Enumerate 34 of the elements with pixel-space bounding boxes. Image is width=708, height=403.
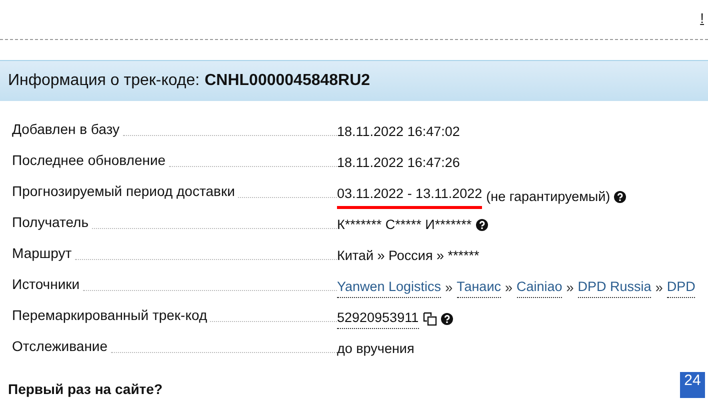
- separator: »: [445, 278, 453, 296]
- header-label: Информация о трек-коде:: [8, 71, 200, 91]
- help-icon[interactable]: [614, 190, 626, 203]
- field-label: Последнее обновление: [12, 151, 167, 170]
- source-link[interactable]: Танаис: [456, 277, 501, 298]
- field-value: 18.11.2022 16:47:02: [337, 123, 460, 141]
- field-label: Маршрут: [12, 244, 73, 263]
- field-label: Получатель: [12, 213, 90, 232]
- counter-badge: 24: [680, 372, 705, 398]
- field-value: К******* С***** И*******: [337, 216, 472, 234]
- date-range: 03.11.2022 - 13.11.2022: [337, 184, 482, 210]
- section-heading: Первый раз на сайте?: [7, 380, 162, 399]
- source-link[interactable]: DPD: [666, 277, 696, 298]
- source-link[interactable]: Cainiao: [516, 277, 562, 298]
- source-link[interactable]: Yanwen Logistics: [337, 277, 442, 298]
- separator: »: [566, 278, 574, 296]
- copy-icon[interactable]: [422, 312, 437, 326]
- field-label: Прогнозируемый период доставки: [12, 182, 236, 201]
- separator: »: [655, 278, 663, 296]
- field-value: 18.11.2022 16:47:26: [337, 154, 460, 172]
- help-icon[interactable]: [476, 219, 488, 232]
- field-label: Источники: [12, 275, 81, 294]
- note-text: (не гарантируемый): [486, 188, 610, 206]
- separator: »: [504, 278, 512, 296]
- track-code: CNHL0000045848RU2: [204, 71, 370, 91]
- help-icon[interactable]: [440, 312, 453, 325]
- field-value: Китай » Россия » ******: [337, 247, 480, 265]
- field-value: до вручения: [337, 340, 414, 358]
- field-label: Отслеживание: [12, 337, 109, 356]
- track-code-link[interactable]: 52920953911: [337, 308, 419, 330]
- field-label: Добавлен в базу: [12, 120, 121, 139]
- source-link[interactable]: DPD Russia: [578, 277, 652, 298]
- field-label: Перемаркированный трек-код: [12, 306, 208, 325]
- top-link[interactable]: !: [700, 8, 704, 29]
